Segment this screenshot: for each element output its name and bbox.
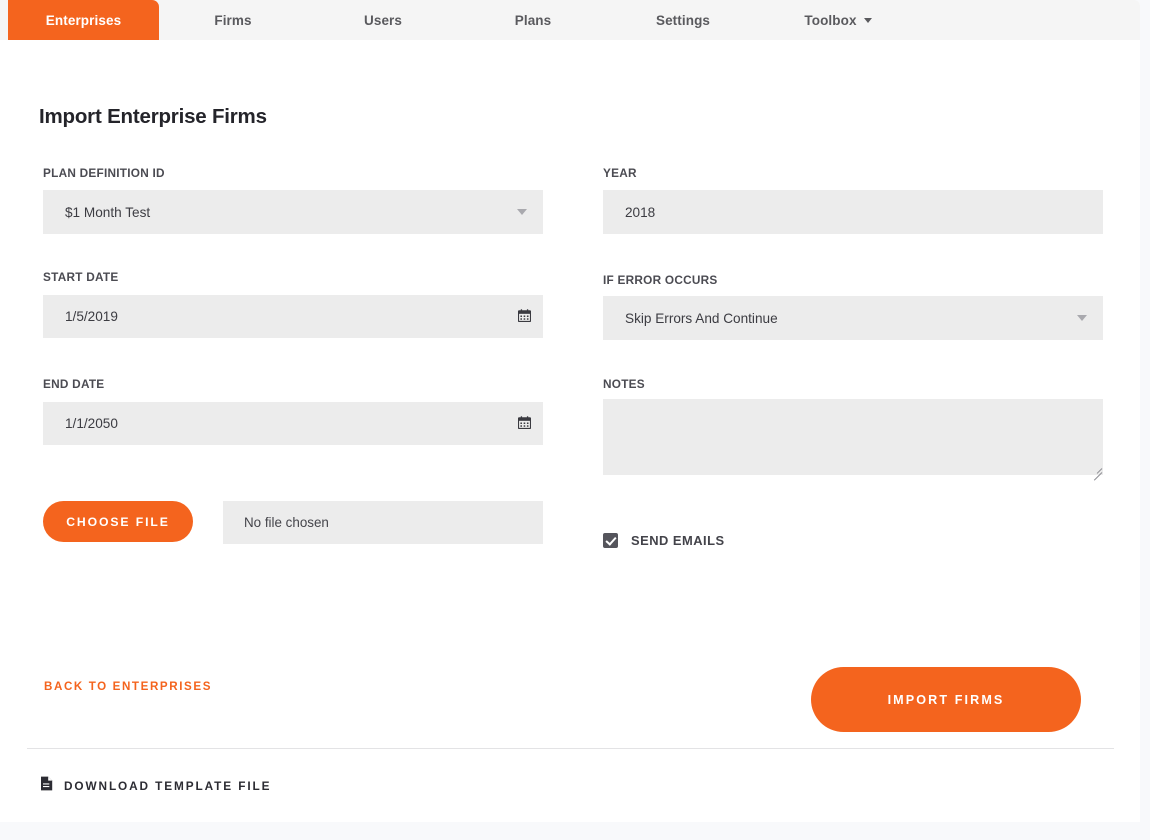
plan-definition-label: PLAN DEFINITION ID: [43, 166, 165, 180]
end-date-input[interactable]: 1/1/2050: [43, 402, 543, 445]
download-template-file-link[interactable]: Download Template File: [40, 776, 271, 796]
tab-users[interactable]: Users: [333, 0, 433, 40]
tab-label: Toolbox: [804, 12, 857, 28]
tab-label: Firms: [214, 12, 252, 28]
start-date-label: START DATE: [43, 270, 119, 284]
chevron-down-icon: [517, 209, 527, 215]
end-date-label: END DATE: [43, 377, 105, 391]
if-error-occurs-select[interactable]: Skip Errors And Continue: [603, 296, 1103, 340]
start-date-value: 1/5/2019: [65, 309, 118, 324]
tab-firms[interactable]: Firms: [183, 0, 283, 40]
send-emails-checkbox[interactable]: SEND EMAILS: [603, 533, 725, 548]
tab-enterprises[interactable]: Enterprises: [8, 0, 159, 40]
checkbox-checked-icon: [603, 533, 618, 548]
plan-definition-select[interactable]: $1 Month Test: [43, 190, 543, 234]
send-emails-label: SEND EMAILS: [631, 533, 725, 548]
year-label: YEAR: [603, 166, 637, 180]
if-error-occurs-label: IF ERROR OCCURS: [603, 273, 718, 287]
tab-label: Settings: [655, 12, 711, 28]
tab-plans[interactable]: Plans: [483, 0, 583, 40]
import-firms-button[interactable]: Import Firms: [811, 667, 1081, 732]
notes-textarea[interactable]: [603, 399, 1103, 475]
plan-definition-value: $1 Month Test: [65, 204, 151, 220]
choose-file-button[interactable]: Choose File: [43, 501, 193, 542]
tab-toolbox[interactable]: Toolbox: [783, 0, 893, 40]
chevron-down-icon: [863, 17, 872, 23]
if-error-occurs-value: Skip Errors And Continue: [625, 310, 778, 326]
file-name-text: No file chosen: [244, 515, 329, 530]
year-value: 2018: [625, 204, 656, 220]
end-date-value: 1/1/2050: [65, 416, 118, 431]
page-title: Import Enterprise Firms: [39, 104, 267, 128]
file-name-display: No file chosen: [223, 501, 543, 544]
year-input[interactable]: 2018: [603, 190, 1103, 234]
document-icon: [40, 776, 53, 796]
page-card: Enterprises Firms Users Plans Settings T…: [0, 0, 1140, 822]
footer-divider: [27, 748, 1114, 749]
chevron-down-icon: [1077, 315, 1087, 321]
notes-label: NOTES: [603, 377, 645, 391]
tab-label: Plans: [514, 12, 552, 28]
tab-label: Users: [363, 12, 403, 28]
tab-settings[interactable]: Settings: [633, 0, 733, 40]
main-navigation-tabs: Enterprises Firms Users Plans Settings T…: [0, 0, 1140, 40]
back-to-enterprises-link[interactable]: Back To Enterprises: [44, 680, 212, 693]
start-date-input[interactable]: 1/5/2019: [43, 295, 543, 338]
calendar-icon[interactable]: [517, 309, 532, 324]
download-template-label: Download Template File: [64, 779, 272, 793]
calendar-icon[interactable]: [517, 416, 532, 431]
tab-label: Enterprises: [45, 12, 122, 28]
